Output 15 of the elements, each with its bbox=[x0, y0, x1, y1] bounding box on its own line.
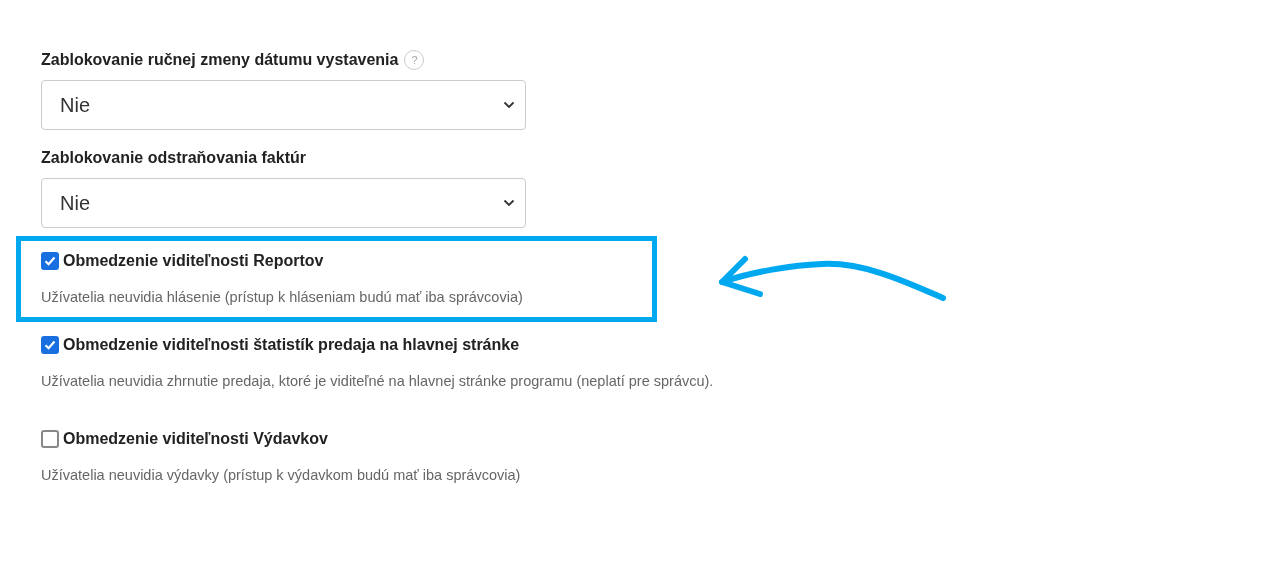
checkbox-label[interactable]: Obmedzenie viditeľnosti Reportov bbox=[63, 252, 324, 270]
checkbox[interactable] bbox=[41, 336, 59, 354]
option-description: Užívatelia neuvidia výdavky (prístup k výdavkom budú mať iba správcovia) bbox=[41, 467, 522, 483]
caret-icon bbox=[503, 101, 515, 109]
checkbox-label[interactable]: Obmedzenie viditeľnosti Výdavkov bbox=[63, 430, 328, 448]
checkbox[interactable] bbox=[41, 430, 59, 448]
checkbox-label[interactable]: Obmedzenie viditeľnosti štatistík predaja na hlavnej stránke bbox=[63, 336, 520, 354]
dropdown-field[interactable]: Nie bbox=[41, 80, 526, 130]
option-description: Užívatelia neuvidia zhrnutie predaja, ktoré je viditeľné na hlavnej stránke programu (neplatí pre správcu). bbox=[41, 373, 714, 389]
field-label: Zablokovanie odstraňovania faktúr bbox=[41, 149, 306, 167]
caret-icon bbox=[503, 199, 515, 207]
checkbox[interactable] bbox=[41, 252, 59, 270]
dropdown-field[interactable]: Nie bbox=[41, 178, 526, 228]
option-description: Užívatelia neuvidia hlásenie (prístup k hláseniam budú mať iba správcovia) bbox=[41, 289, 524, 305]
field-label: Zablokovanie ručnej zmeny dátumu vystavenia bbox=[41, 51, 399, 69]
